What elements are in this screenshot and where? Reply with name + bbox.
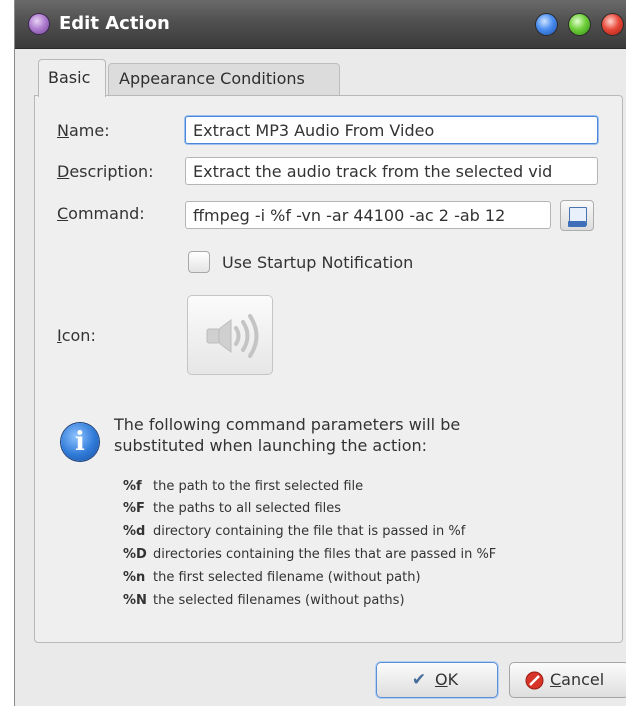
description-label: Description: — [57, 162, 154, 181]
param-row: %d directory containing the file that is … — [123, 524, 466, 539]
command-field[interactable]: ffmpeg -i %f -vn -ar 44100 -ac 2 -ab 12 — [185, 201, 551, 229]
cancel-button[interactable]: Cancel — [509, 662, 626, 698]
close-button[interactable] — [602, 14, 623, 35]
edit-action-dialog: Edit Action Basic Appearance Conditions … — [14, 0, 626, 706]
ok-button[interactable]: ✔ OK — [376, 662, 498, 698]
name-field[interactable]: Extract MP3 Audio From Video — [185, 116, 598, 144]
startup-notification-label[interactable]: Use Startup Notification — [222, 253, 413, 272]
icon-picker-button[interactable] — [187, 295, 273, 375]
window-title: Edit Action — [59, 13, 170, 34]
title-bar[interactable]: Edit Action — [15, 0, 626, 49]
cancel-button-label: Cancel — [550, 670, 605, 689]
description-field[interactable]: Extract the audio track from the selecte… — [185, 157, 598, 185]
ok-button-label: OK — [435, 670, 459, 689]
icon-label: Icon: — [57, 326, 96, 345]
info-message: The following command parameters will be… — [114, 414, 574, 456]
command-label: Command: — [57, 204, 145, 223]
param-row: %n the first selected filename (without p… — [123, 570, 421, 585]
app-icon — [29, 14, 49, 34]
maximize-button[interactable] — [569, 14, 590, 35]
info-line-1: The following command parameters will be — [114, 415, 461, 434]
speaker-icon — [206, 314, 259, 358]
cancel-icon — [525, 671, 544, 690]
param-row: %D directories containing the files that … — [123, 547, 497, 562]
info-icon: i — [61, 423, 99, 461]
browse-command-button[interactable] — [560, 200, 594, 231]
tab-basic[interactable]: Basic — [38, 59, 106, 97]
param-row: %F the paths to all selected files — [123, 501, 342, 516]
param-row: %N the selected filenames (without paths) — [123, 593, 405, 608]
open-file-icon — [568, 207, 587, 227]
tab-appearance-conditions[interactable]: Appearance Conditions — [108, 63, 340, 95]
param-row: %f the path to the first selected file — [123, 479, 364, 494]
name-label: Name: — [57, 121, 110, 140]
checkmark-icon: ✔ — [411, 670, 427, 690]
info-line-2: substituted when launching the action: — [114, 436, 428, 455]
minimize-button[interactable] — [536, 14, 557, 35]
startup-notification-checkbox[interactable] — [188, 251, 210, 273]
